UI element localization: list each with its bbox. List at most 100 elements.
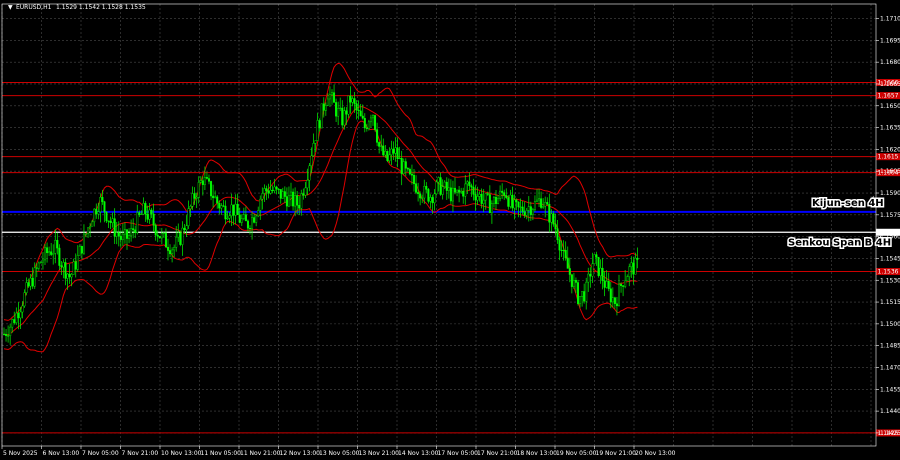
y-tick-label: 1.1440	[880, 408, 900, 415]
candle-body	[554, 223, 557, 229]
candle-body	[212, 195, 215, 199]
candle-body	[324, 105, 327, 111]
x-tick-label: 20 Nov 13:00	[635, 450, 676, 457]
candle-body	[402, 161, 405, 174]
y-tick-label: 1.1665	[880, 81, 900, 88]
candle-body	[341, 107, 344, 126]
candle-body	[388, 154, 391, 161]
candle-body	[529, 206, 532, 215]
candle-body	[632, 262, 635, 275]
candle-body	[191, 193, 194, 207]
y-tick-label: 1.1455	[880, 386, 900, 393]
bollinger-middle	[3, 106, 638, 336]
y-tick-label: 1.1680	[880, 59, 900, 66]
candle-body	[507, 197, 510, 207]
candle-body	[232, 204, 235, 216]
candle-body	[581, 291, 584, 297]
candle-body	[542, 206, 545, 208]
annotations: Kijun-sen 4H Senkou Span B 4H	[787, 196, 893, 249]
candle-body	[312, 143, 315, 157]
candle-body	[132, 228, 135, 231]
candle-body	[337, 108, 340, 117]
candle-body	[546, 202, 549, 205]
candle-body	[372, 115, 375, 119]
horizontal-levels: 1.16661.16571.16151.16041.15361.14251.15…	[2, 79, 900, 437]
candle-body	[384, 150, 387, 156]
candle-body	[271, 189, 274, 191]
candle-body	[540, 198, 543, 208]
candle-body	[523, 211, 526, 216]
candle-body	[443, 181, 446, 188]
candle-body	[630, 262, 633, 268]
candle-body	[490, 203, 493, 214]
candle-body	[179, 232, 182, 245]
candle-body	[70, 274, 73, 278]
candle-body	[320, 103, 323, 129]
candle-body	[361, 115, 364, 119]
candle-body	[277, 188, 280, 190]
candle-body	[331, 92, 334, 95]
candle-body	[601, 267, 604, 281]
candle-body	[390, 148, 393, 156]
x-tick-label: 14 Nov 13:00	[398, 450, 439, 457]
candle-body	[497, 198, 500, 204]
candle-body	[318, 120, 321, 129]
candle-body	[224, 205, 227, 220]
candle-body	[107, 220, 110, 222]
candle-body	[253, 217, 256, 223]
x-tick-label: 17 Nov 21:00	[477, 450, 518, 457]
candle-body	[376, 129, 379, 143]
kijun-annotation: Kijun-sen 4H	[812, 198, 884, 209]
candle-body	[37, 262, 40, 269]
candle-body	[60, 265, 63, 268]
candle-body	[216, 196, 219, 204]
candle-body	[593, 254, 596, 265]
candle-body	[365, 127, 368, 129]
candle-body	[562, 249, 565, 251]
candle-body	[93, 208, 96, 223]
candle-body	[261, 193, 264, 200]
candle-body	[556, 228, 559, 241]
bollinger-upper	[3, 62, 638, 321]
candle-body	[162, 232, 165, 234]
candle-body	[574, 280, 577, 283]
candle-body	[369, 117, 372, 123]
candle-body	[538, 198, 541, 201]
candle-body	[351, 98, 354, 103]
candle-body	[119, 235, 122, 240]
candle-body	[177, 232, 180, 238]
candle-body	[577, 282, 580, 304]
candle-body	[183, 227, 186, 231]
candle-body	[13, 319, 16, 323]
candle-body	[486, 193, 489, 195]
candle-body	[447, 187, 450, 191]
candle-body	[613, 297, 616, 304]
candle-body	[615, 303, 618, 307]
candle-body	[214, 196, 217, 199]
candle-body	[50, 251, 53, 255]
candle-body	[302, 193, 305, 196]
candle-body	[431, 197, 434, 204]
candle-body	[611, 297, 614, 303]
candle-body	[464, 183, 467, 197]
candle-body	[423, 185, 426, 199]
candle-body	[408, 168, 411, 175]
candle-body	[160, 233, 163, 239]
candle-body	[9, 326, 12, 336]
x-tick-label: 18 Nov 13:00	[517, 450, 558, 457]
candle-body	[363, 118, 366, 129]
candlestick-chart[interactable]: 1.16661.16571.16151.16041.15361.14251.15…	[0, 0, 900, 460]
candle-body	[84, 233, 87, 235]
candle-body	[117, 232, 120, 237]
candle-body	[242, 214, 245, 219]
candle-body	[413, 175, 416, 184]
level-price-label: 1.1615	[878, 154, 899, 161]
candle-body	[95, 208, 98, 215]
x-tick-label: 11 Nov 21:00	[240, 450, 281, 457]
candle-body	[33, 267, 36, 287]
candle-body	[548, 204, 551, 223]
candle-body	[220, 205, 223, 209]
candle-body	[238, 214, 241, 223]
candle-body	[505, 195, 508, 198]
candle-body	[429, 197, 432, 202]
